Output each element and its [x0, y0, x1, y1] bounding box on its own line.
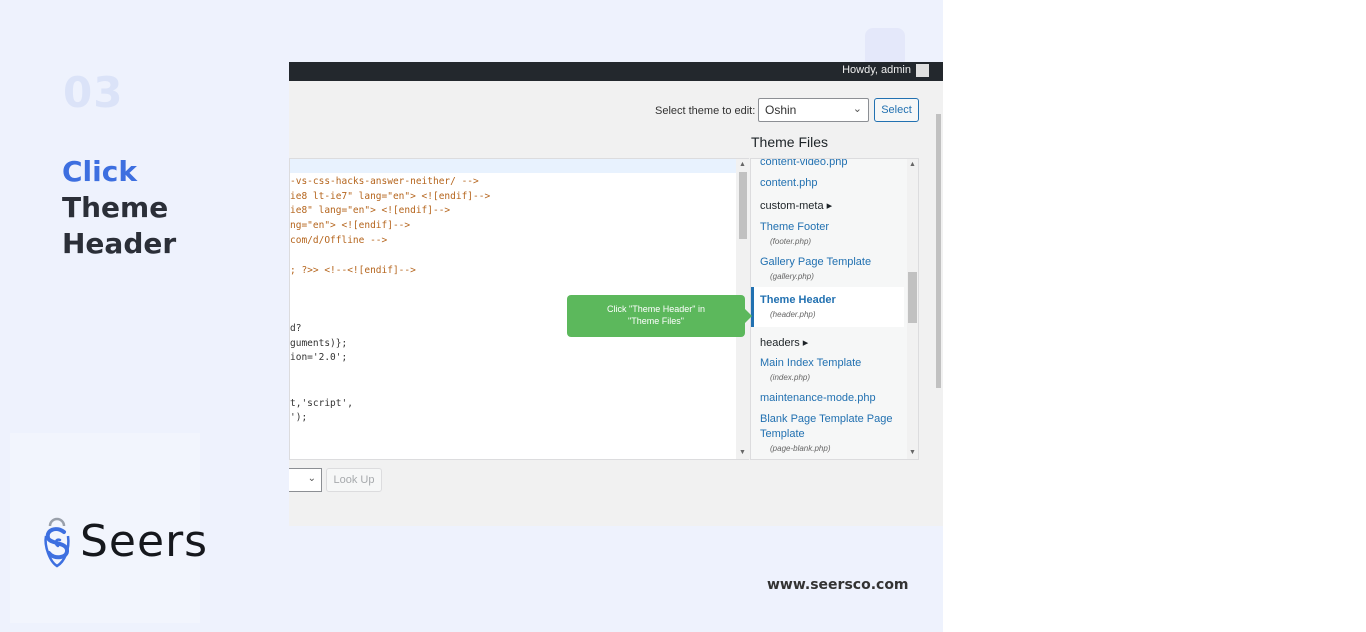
code-line: ie8 lt-ie7" lang="en"> <![endif]-->	[290, 191, 491, 202]
file-filename: (page-blank.php)	[770, 444, 831, 453]
file-link[interactable]: Blank Page Template Page	[760, 413, 893, 425]
code-scrollbar-thumb[interactable]	[739, 172, 747, 239]
folder-item[interactable]: headers ▸	[760, 336, 808, 349]
code-line: guments)};	[290, 338, 348, 349]
file-link-theme-header[interactable]: Theme Header	[760, 294, 836, 306]
chevron-down-icon: ⌄	[852, 103, 862, 115]
theme-select[interactable]: Oshin ⌄	[758, 98, 869, 122]
scroll-down-icon[interactable]: ▼	[909, 449, 916, 456]
select-button[interactable]: Select	[874, 98, 919, 122]
seers-logo-icon	[44, 517, 70, 568]
step-title-line2: Theme	[62, 191, 169, 224]
theme-select-value: Oshin	[765, 103, 797, 117]
file-link[interactable]: content-video.php	[760, 159, 847, 168]
tutorial-slide: 03 Click Theme Header Seers www.seersco.…	[0, 0, 943, 632]
admin-bar: Howdy, admin	[289, 62, 943, 81]
wordpress-screenshot: Howdy, admin Select theme to edit: Oshin…	[289, 62, 943, 526]
code-line: t,'script',	[290, 398, 353, 409]
theme-files-panel: content-video.php content.php custom-met…	[750, 158, 919, 460]
code-line: -vs-css-hacks-answer-neither/ -->	[290, 176, 479, 187]
documentation-select[interactable]: ⌄	[289, 468, 322, 492]
brand-logo: Seers	[40, 511, 208, 571]
code-line: ng="en"> <![endif]-->	[290, 220, 411, 231]
avatar[interactable]	[916, 64, 929, 77]
website-url: www.seersco.com	[767, 577, 909, 593]
file-filename: (index.php)	[770, 373, 811, 382]
code-line: ion='2.0';	[290, 352, 348, 363]
scroll-up-icon[interactable]: ▲	[909, 161, 916, 168]
file-link[interactable]: Main Index Template	[760, 357, 861, 369]
tooltip-line: Click "Theme Header" in	[607, 304, 705, 314]
brand-name: Seers	[80, 515, 209, 567]
code-line: d?	[290, 323, 302, 334]
step-title-line3: Header	[62, 227, 177, 260]
theme-files-title: Theme Files	[751, 134, 829, 150]
file-filename: (gallery.php)	[770, 272, 814, 281]
folder-item[interactable]: custom-meta ▸	[760, 199, 832, 212]
lookup-button[interactable]: Look Up	[326, 468, 382, 492]
step-title: Click Theme Header	[62, 154, 176, 262]
page-scrollbar[interactable]	[936, 114, 941, 388]
howdy-greeting[interactable]: Howdy, admin	[842, 64, 911, 76]
file-link[interactable]: Template	[760, 428, 805, 440]
tooltip-line: "Theme Files"	[628, 316, 684, 326]
code-line: ; ?>> <!--<![endif]-->	[290, 265, 416, 276]
chevron-down-icon: ⌄	[307, 473, 316, 484]
scroll-down-icon[interactable]: ▼	[739, 449, 746, 456]
code-line: com/d/Offline -->	[290, 235, 388, 246]
active-line-highlight	[290, 159, 738, 173]
file-link[interactable]: Theme Footer	[760, 221, 829, 233]
instruction-tooltip: Click "Theme Header" in "Theme Files"	[567, 295, 752, 337]
code-line: ie8" lang="en"> <![endif]-->	[290, 205, 451, 216]
file-link[interactable]: content.php	[760, 177, 818, 189]
file-filename: (header.php)	[770, 310, 816, 319]
file-filename: (footer.php)	[770, 237, 812, 246]
file-link[interactable]: maintenance-mode.php	[760, 392, 876, 404]
select-theme-label: Select theme to edit:	[655, 105, 756, 117]
step-title-highlight: Click	[62, 155, 137, 188]
scroll-up-icon[interactable]: ▲	[739, 161, 746, 168]
code-line: ');	[290, 412, 308, 423]
step-number: 03	[63, 68, 124, 117]
files-scrollbar-thumb[interactable]	[908, 272, 917, 323]
file-link[interactable]: Gallery Page Template	[760, 256, 871, 268]
active-file-highlight	[751, 287, 904, 327]
